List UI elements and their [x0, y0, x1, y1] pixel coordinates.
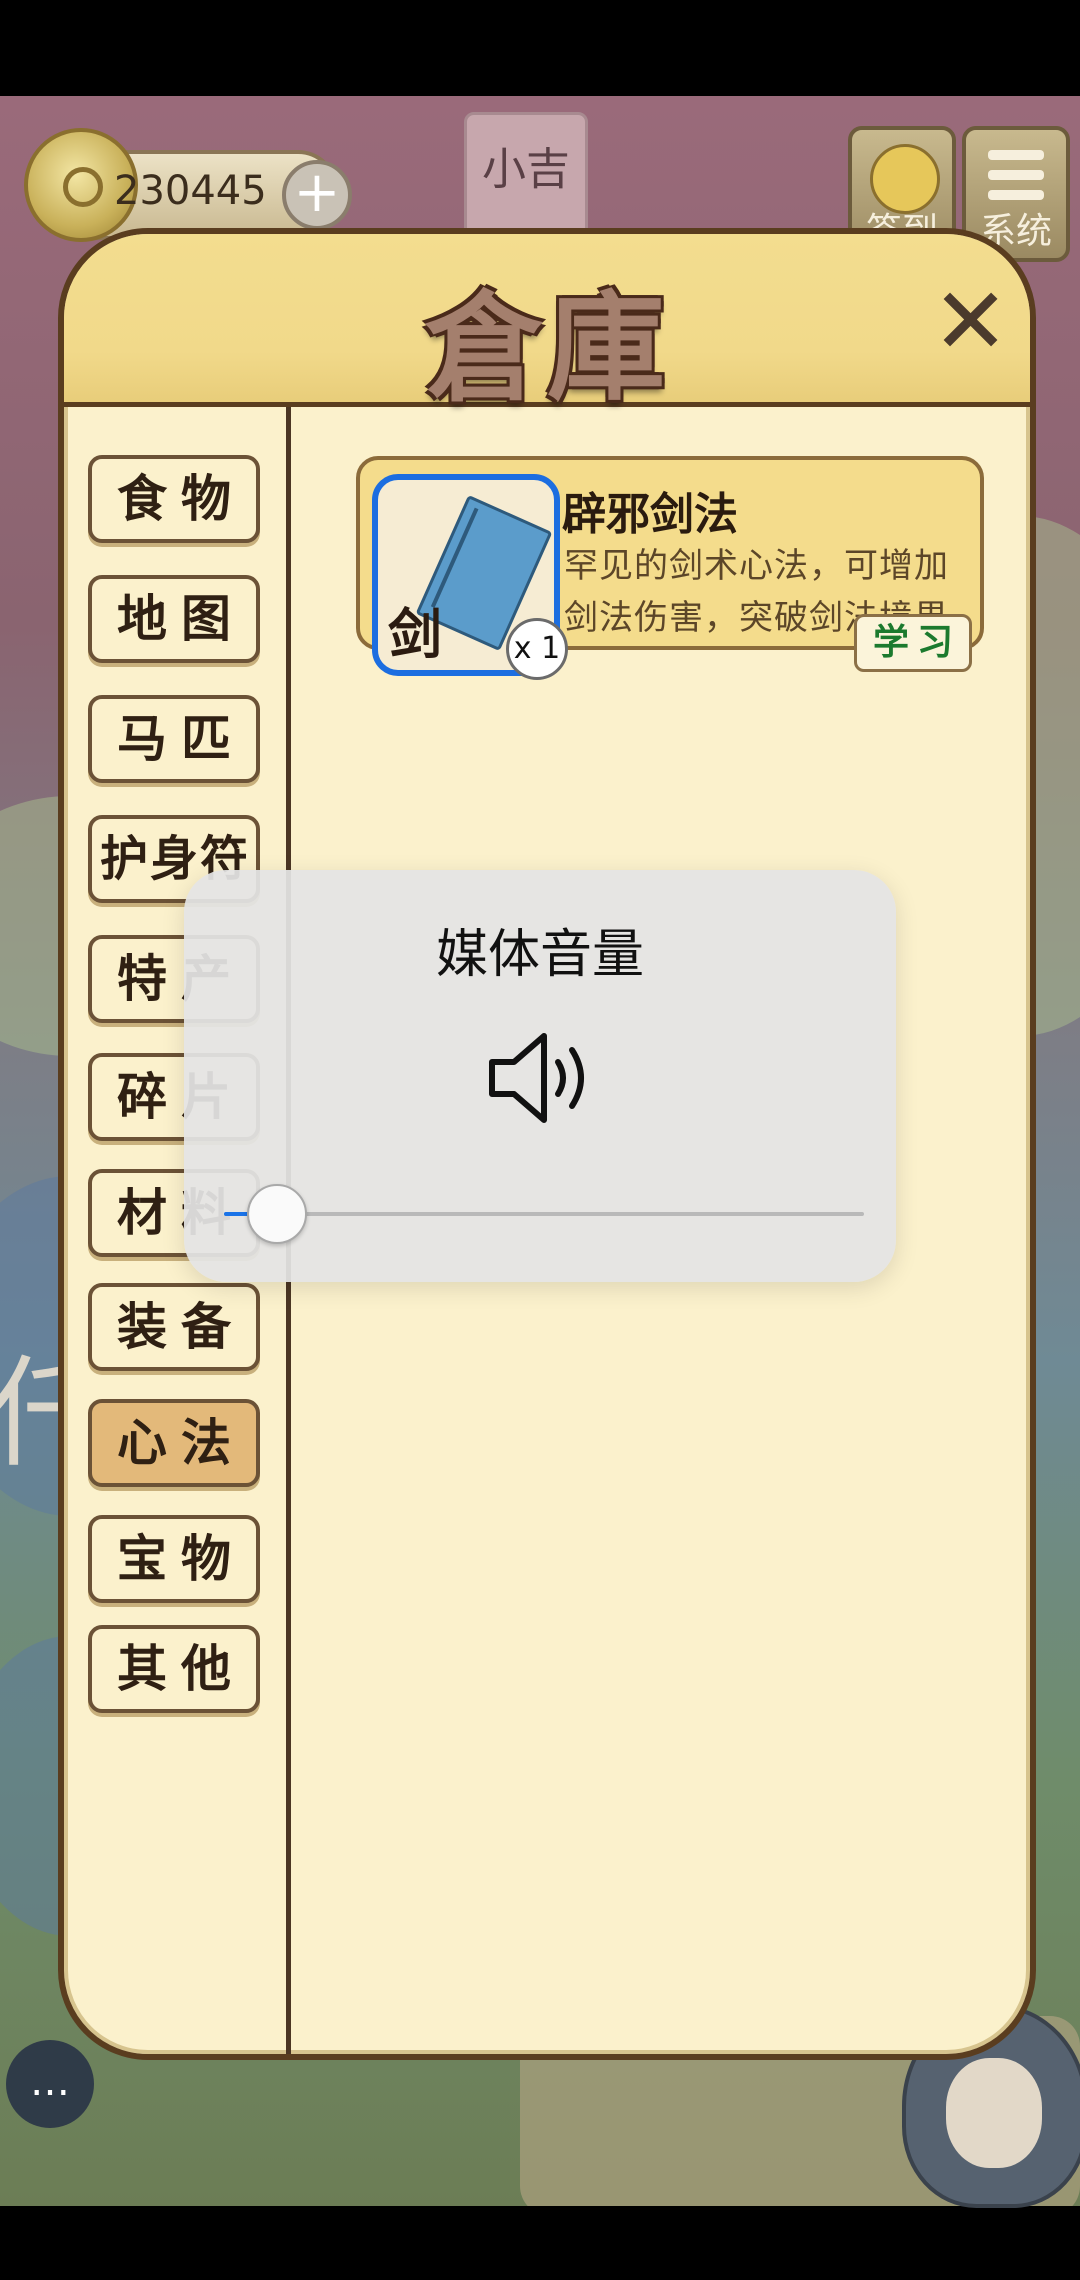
media-volume-popup: 媒体音量 — [184, 870, 896, 1282]
category-other[interactable]: 其他 — [88, 1625, 260, 1713]
volume-slider-track[interactable] — [224, 1184, 864, 1244]
item-card[interactable]: 剑 x 1 辟邪剑法 罕见的剑术心法，可增加剑法伤害，突破剑法境界 学习 — [356, 456, 984, 680]
volume-title: 媒体音量 — [435, 925, 644, 985]
volume-slider-thumb[interactable] — [247, 1184, 308, 1244]
menu-icon — [988, 150, 1044, 210]
close-button[interactable]: ✕ — [932, 276, 1009, 368]
category-food[interactable]: 食物 — [88, 455, 260, 543]
coin-amount: 230445 — [114, 168, 267, 214]
panel-header: 倉庫 ✕ — [64, 234, 1030, 417]
speaker-icon — [489, 1033, 584, 1123]
category-map[interactable]: 地图 — [88, 575, 260, 663]
chat-bubble-icon: … — [30, 2059, 70, 2105]
item-icon-char: 剑 — [388, 603, 442, 666]
add-coins-button[interactable]: + — [282, 160, 352, 230]
learn-button[interactable]: 学习 — [854, 614, 972, 672]
item-name: 辟邪剑法 — [562, 489, 738, 540]
category-horse[interactable]: 马匹 — [88, 695, 260, 783]
player-name-tag[interactable]: 小吉 — [464, 112, 588, 238]
category-mind-method[interactable]: 心法 — [88, 1399, 260, 1487]
panel-title: 倉庫 — [424, 278, 669, 417]
category-treasure[interactable]: 宝物 — [88, 1515, 260, 1603]
item-quantity-badge: x 1 — [506, 618, 568, 680]
category-equipment[interactable]: 装备 — [88, 1283, 260, 1371]
